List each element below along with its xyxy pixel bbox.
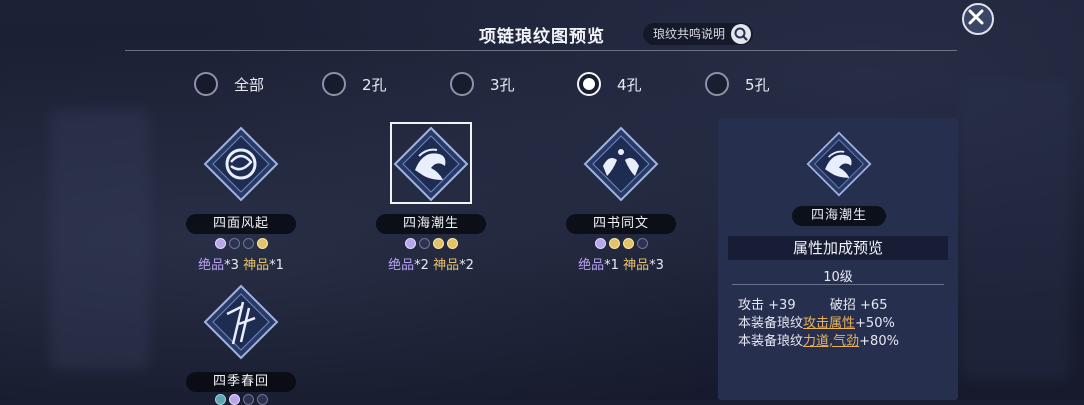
tier-count: *1 (604, 258, 619, 273)
background-blur (960, 80, 1070, 380)
tier-count: *2 (414, 258, 429, 273)
pattern-item-sihai[interactable]: 四海潮生 绝品*2 神品*2 (356, 122, 506, 273)
background-blur (50, 110, 150, 370)
slot-dot (446, 238, 458, 249)
tier-count: *3 (649, 258, 664, 273)
stat-highlight-link[interactable]: 力道,气劲 (803, 334, 859, 349)
stat-label: 本装备琅纹 (738, 316, 804, 331)
tier-label: 神品 (243, 258, 270, 273)
pattern-item-siji[interactable]: 四季春回 (166, 280, 316, 405)
stat-highlight-link[interactable]: 攻击属性 (803, 316, 855, 331)
filter-label: 5孔 (745, 75, 770, 94)
tier-count: *3 (224, 258, 239, 273)
scroll-emblem-icon (583, 126, 659, 202)
slot-dot (608, 238, 620, 249)
section-title: 属性加成预览 (728, 236, 948, 260)
radio-button[interactable] (322, 72, 346, 96)
pattern-item-sifeng[interactable]: 四面风起 绝品*3 神品*1 (166, 122, 316, 273)
slot-dot (404, 238, 416, 249)
filter-4-holes[interactable]: 4孔 (577, 70, 642, 98)
filter-label: 3孔 (490, 75, 515, 94)
stat-label: 攻击 (738, 298, 765, 313)
filter-label: 4孔 (617, 75, 642, 94)
pattern-item-sishu[interactable]: 四书同文 绝品*1 神品*3 (546, 122, 696, 273)
wind-emblem-icon (203, 126, 279, 202)
filter-3-holes[interactable]: 3孔 (450, 70, 515, 98)
filter-5-holes[interactable]: 5孔 (705, 70, 770, 98)
stat-value: +80% (859, 334, 899, 349)
close-icon (964, 9, 988, 33)
resonance-help-button[interactable]: 琅纹共鸣说明 (643, 23, 754, 45)
slot-dot (622, 238, 634, 249)
radio-button[interactable] (450, 72, 474, 96)
item-name: 四季春回 (186, 372, 296, 392)
stat-value: +65 (860, 298, 888, 313)
slot-dots (546, 238, 696, 249)
stat-row-base: 攻击 +39 破招 +65 (738, 294, 887, 313)
filter-2-holes[interactable]: 2孔 (322, 70, 387, 98)
tier-label: 绝品 (388, 258, 415, 273)
stat-label: 本装备琅纹 (738, 334, 804, 349)
slot-dot (256, 238, 268, 249)
attribute-preview-panel: 四海潮生 属性加成预览 10级 攻击 +39 破招 +65 本装备琅纹攻击属性+… (718, 118, 958, 400)
tier-label: 神品 (623, 258, 650, 273)
slot-dots (166, 238, 316, 249)
divider (732, 284, 944, 285)
help-label: 琅纹共鸣说明 (653, 27, 726, 41)
page-title: 项链琅纹图预览 (479, 27, 605, 47)
radio-button[interactable] (705, 72, 729, 96)
item-name: 四书同文 (566, 214, 676, 234)
slot-dot (214, 238, 226, 249)
rarity-counts: 绝品*1 神品*3 (546, 254, 696, 273)
filter-label: 2孔 (362, 75, 387, 94)
wave-emblem-icon (806, 131, 872, 197)
close-button[interactable] (962, 3, 994, 35)
tier-label: 绝品 (198, 258, 225, 273)
search-icon (731, 24, 752, 44)
item-name: 四海潮生 (376, 214, 486, 234)
slot-dot (228, 238, 240, 249)
slot-dot (636, 238, 648, 249)
panel-item-name: 四海潮生 (792, 206, 886, 226)
filter-all[interactable]: 全部 (194, 70, 264, 98)
stat-value: +50% (855, 316, 895, 331)
stat-label: 破招 (829, 298, 856, 313)
slot-dot (242, 238, 254, 249)
slot-dots (356, 238, 506, 249)
filter-label: 全部 (234, 75, 265, 94)
tier-count: *2 (459, 258, 474, 273)
stat-row-attack-bonus: 本装备琅纹攻击属性+50% (738, 312, 895, 331)
header-divider (125, 50, 957, 51)
stat-row-power-bonus: 本装备琅纹力道,气劲+80% (738, 330, 899, 349)
stat-value: +39 (768, 298, 796, 313)
rarity-counts: 绝品*3 神品*1 (166, 254, 316, 273)
tier-count: *1 (269, 258, 284, 273)
slot-dot (418, 238, 430, 249)
radio-button-selected[interactable] (577, 72, 601, 96)
tier-label: 绝品 (578, 258, 605, 273)
item-name: 四面风起 (186, 214, 296, 234)
slot-dot (594, 238, 606, 249)
tier-label: 神品 (433, 258, 460, 273)
bamboo-emblem-icon (203, 284, 279, 360)
level-label: 10级 (823, 270, 853, 285)
rarity-counts: 绝品*2 神品*2 (356, 254, 506, 273)
radio-button[interactable] (194, 72, 218, 96)
slot-dot (432, 238, 444, 249)
wave-emblem-icon (393, 126, 469, 202)
